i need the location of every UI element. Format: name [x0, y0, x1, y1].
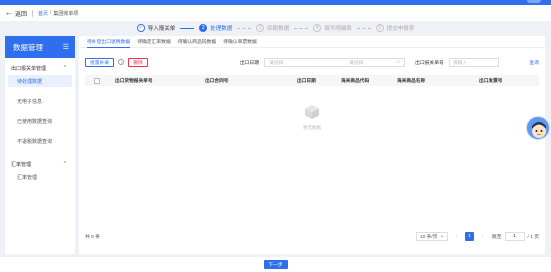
sidebar: 数据管理 ☰ 出口报关单管理 ⌃ 待处理数据 无电子信息 已使用数据查询 不退税…: [5, 36, 75, 254]
top-bar-cap: [527, 0, 541, 3]
sidebar-header: 数据管理 ☰: [5, 36, 75, 58]
divider: [32, 9, 34, 17]
export-date-label: 出口日期: [239, 60, 260, 66]
pagination-bar: 共 0 条 10 条/页 ⌄ ‹ 1 › 跳至 1 / 1 页: [85, 230, 539, 242]
step-connector: [180, 27, 195, 29]
goto-page: 跳至 1 / 1 页: [491, 231, 539, 241]
sidebar-group-label: 汇率管理: [11, 161, 32, 168]
total-pages: / 1 页: [527, 234, 539, 240]
batch-supplement-button[interactable]: 批量补录: [85, 57, 115, 67]
empty-state: 暂无数据: [79, 104, 545, 131]
back-button[interactable]: ← 返回: [5, 9, 27, 18]
date-start-placeholder: 请选择: [269, 60, 284, 66]
query-button[interactable]: 查询: [529, 59, 539, 66]
page-size-select[interactable]: 10 条/页 ⌄: [415, 231, 448, 241]
step-4: 4 填写明细表: [313, 24, 376, 32]
assistant-avatar[interactable]: [526, 116, 550, 140]
declaration-number-input[interactable]: 请输入: [448, 57, 499, 67]
step-2-label: 处理数据: [210, 26, 233, 32]
tab-bar: 待补登出口退税数据 待确定汇率数据 待确认商品码数据 待确认单票数据: [79, 36, 545, 48]
next-step-button[interactable]: 下一步: [263, 260, 288, 269]
goto-page-input[interactable]: 1: [504, 231, 525, 241]
next-page-button[interactable]: ›: [478, 232, 487, 241]
back-arrow-icon: ←: [5, 8, 13, 17]
sidebar-item-no-electronic[interactable]: 无电子信息: [8, 95, 72, 107]
step-1-check-icon: ✓: [136, 24, 145, 32]
tab-pending-refund[interactable]: 待补登出口退税数据: [87, 36, 131, 48]
delete-button[interactable]: 删除: [128, 57, 148, 67]
step-4-number: 4: [313, 24, 322, 32]
page-button-current[interactable]: 1: [464, 231, 474, 241]
breadcrumb-bar: ← 返回 首页 / 集团账单项: [0, 5, 551, 21]
date-range-separator: -: [315, 59, 318, 65]
declaration-number-label: 出口报关单号: [415, 60, 444, 66]
step-connector: [294, 27, 309, 29]
step-4-label: 填写明细表: [324, 26, 352, 32]
step-5: 5 提交申报表: [375, 24, 415, 32]
tab-pending-code[interactable]: 待确认商品码数据: [178, 36, 216, 48]
chevron-up-icon: ⌃: [62, 65, 67, 71]
column-header: 出口货物报关单号: [115, 77, 153, 83]
sidebar-item-used-query[interactable]: 已使用数据查询: [8, 115, 72, 127]
column-header: 出口日期: [297, 77, 316, 83]
step-3-label: 匹配数据: [267, 26, 290, 32]
step-5-label: 提交申报表: [386, 26, 415, 32]
info-icon[interactable]: i: [118, 59, 125, 65]
tab-pending-single[interactable]: 待确认单票数据: [223, 36, 257, 48]
step-connector: [237, 27, 252, 29]
back-label: 返回: [15, 11, 28, 18]
sidebar-title: 数据管理: [13, 42, 43, 52]
sidebar-item-rate[interactable]: 汇率管理: [8, 171, 72, 183]
date-end-placeholder: 请选择: [349, 60, 364, 66]
table-header: 出口货物报关单号 出口合同号 出口日期 海关商品代码 海关商品名称 出口发票号: [85, 75, 539, 86]
step-1-label: 导入报关单: [147, 26, 176, 32]
chevron-down-icon: ⌄: [439, 233, 444, 239]
chevron-up-icon: ⌃: [62, 161, 67, 167]
export-date-range-picker[interactable]: 请选择 - 请选择 ▭: [264, 57, 406, 67]
sidebar-group-rate[interactable]: 汇率管理 ⌃: [5, 158, 75, 170]
column-header: 出口发票号: [479, 77, 503, 83]
column-header: 海关商品名称: [397, 77, 426, 83]
column-header: 海关商品代码: [341, 77, 370, 83]
goto-label: 跳至: [491, 234, 502, 240]
sidebar-group-export[interactable]: 出口报关单管理 ⌃: [5, 62, 75, 74]
select-all-checkbox[interactable]: [94, 77, 100, 84]
prev-page-button[interactable]: ‹: [452, 232, 461, 241]
step-2-number: 2: [199, 24, 208, 32]
breadcrumb-current: 集团账单项: [53, 10, 79, 17]
sidebar-item-no-refund-query[interactable]: 不退税数据查询: [8, 135, 72, 147]
step-1: ✓ 导入报关单: [136, 24, 200, 32]
page-size-value: 10 条/页: [419, 234, 438, 240]
step-connector: [356, 27, 371, 29]
tab-pending-rate[interactable]: 待确定汇率数据: [137, 36, 171, 48]
assistant-avatar-icon: [532, 122, 546, 138]
breadcrumb-home[interactable]: 首页: [38, 10, 48, 17]
main-panel: 待补登出口退税数据 待确定汇率数据 待确认商品码数据 待确认单票数据 批量补录 …: [79, 36, 545, 254]
calendar-icon: ▭: [395, 59, 400, 65]
sidebar-item-pending[interactable]: 待处理数据: [8, 75, 72, 87]
menu-toggle-icon[interactable]: ☰: [63, 43, 69, 51]
step-5-number: 5: [375, 24, 384, 32]
breadcrumb-separator: /: [50, 10, 52, 16]
bottom-action-bar: 下一步: [0, 257, 551, 272]
sidebar-group-label: 出口报关单管理: [11, 65, 47, 72]
empty-text: 暂无数据: [303, 125, 321, 130]
filter-toolbar: 批量补录 i 删除 出口日期 请选择 - 请选择 ▭ 出口报关单号 请输入 查询: [85, 56, 539, 68]
total-count: 共 0 条: [85, 234, 100, 240]
empty-box-icon: [305, 105, 319, 119]
step-2: 2 处理数据: [199, 24, 256, 32]
step-3: 3 匹配数据: [256, 24, 313, 32]
step-3-number: 3: [256, 24, 265, 32]
step-indicator: ✓ 导入报关单 2 处理数据 3 匹配数据 4 填写明细表 5 提交申报表: [0, 21, 551, 35]
column-header: 出口合同号: [205, 77, 229, 83]
